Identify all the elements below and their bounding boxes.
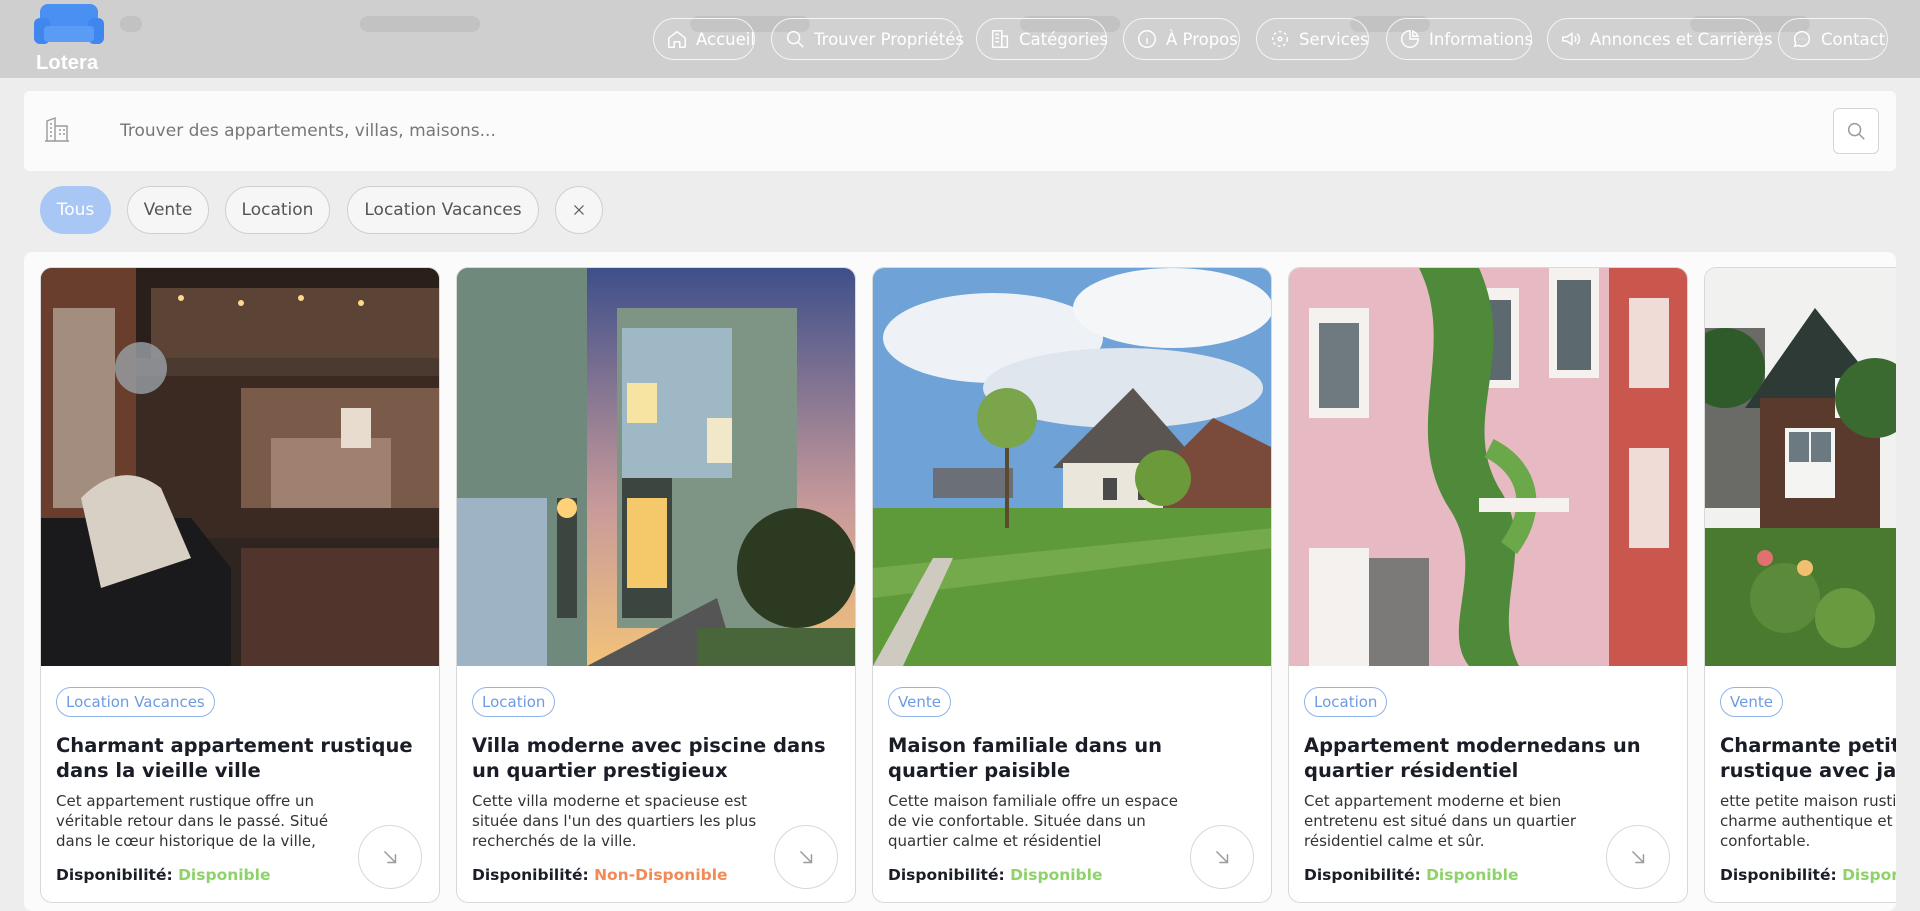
property-image <box>1705 268 1896 666</box>
search-bar <box>24 91 1896 171</box>
availability-label: Disponibilité: <box>56 866 173 884</box>
property-description: Cette maison familiale offre un espace d… <box>888 792 1178 850</box>
nav-label: Informations <box>1429 29 1534 49</box>
building-icon <box>45 116 69 142</box>
nav-informations[interactable]: Informations <box>1386 18 1534 60</box>
nav-a-propos[interactable]: À Propos <box>1123 18 1240 60</box>
megaphone-icon <box>1562 32 1581 46</box>
open-property-button[interactable] <box>1190 825 1254 889</box>
property-card[interactable]: Location Vacances Charmant appartement r… <box>40 267 440 903</box>
search-icon <box>786 30 804 48</box>
arrow-down-right-icon <box>383 850 397 864</box>
availability-label: Disponibilité: <box>1720 866 1837 884</box>
availability-status: Disponible <box>178 866 271 884</box>
property-listings: Location Vacances Charmant appartement r… <box>24 252 1896 911</box>
property-title: Maison familiale dans un quartier paisib… <box>888 734 1162 782</box>
nav-label: Catégories <box>1019 29 1108 49</box>
property-image <box>873 268 1271 666</box>
search-icon <box>1847 122 1865 140</box>
filter-chip-location-vacances[interactable]: Location Vacances <box>347 186 539 234</box>
availability: Disponibilité: Disponible <box>56 866 270 884</box>
property-description: Cet appartement rustique offre un vérita… <box>56 792 329 850</box>
filter-chip-vente[interactable]: Vente <box>127 186 209 234</box>
open-property-button[interactable] <box>1606 825 1670 889</box>
arrow-down-right-icon <box>1215 850 1229 864</box>
clear-filters-button[interactable] <box>555 186 603 234</box>
nav-label: À Propos <box>1166 29 1238 49</box>
main-nav: Accueil Trouver Propriétés Catégories À … <box>0 18 1920 60</box>
home-icon <box>668 30 686 48</box>
property-card[interactable]: Location Villa moderne avec piscine dans… <box>456 267 856 903</box>
property-image <box>1289 268 1687 666</box>
nav-label: Contact <box>1821 29 1886 49</box>
filter-chip-location[interactable]: Location <box>225 186 330 234</box>
close-icon <box>574 205 584 215</box>
category-badge: Location Vacances <box>56 687 215 717</box>
availability: Disponibilité: Non-Disponible <box>472 866 728 884</box>
property-description: ette petite maison rustique offre un cha… <box>1720 792 1896 850</box>
nav-accueil[interactable]: Accueil <box>653 18 755 60</box>
property-image <box>457 268 855 666</box>
availability-status: Disponible <box>1010 866 1103 884</box>
property-title: Charmant appartement rustique dans la vi… <box>56 734 413 782</box>
search-input[interactable] <box>94 111 1394 151</box>
building-icon <box>991 30 1009 48</box>
search-button[interactable] <box>1833 108 1879 154</box>
open-property-button[interactable] <box>774 825 838 889</box>
nav-services[interactable]: Services <box>1256 18 1369 60</box>
property-title: Villa moderne avec piscine dans un quart… <box>472 734 826 782</box>
nav-label: Annonces et Carrières <box>1590 29 1773 49</box>
arrow-down-right-icon <box>1631 850 1645 864</box>
arrow-down-right-icon <box>799 850 813 864</box>
services-icon <box>1271 30 1289 48</box>
property-card[interactable]: Location Appartement modernedans un quar… <box>1288 267 1688 903</box>
nav-categories[interactable]: Catégories <box>976 18 1108 60</box>
availability: Disponibilité: Disponible <box>1304 866 1518 884</box>
nav-contact[interactable]: Contact <box>1778 18 1888 60</box>
availability-status: Disponible <box>1426 866 1519 884</box>
open-property-button[interactable] <box>358 825 422 889</box>
property-title: Charmante petite maison rustique avec ja… <box>1720 734 1896 782</box>
top-header: Lotera Accueil Trouver Propriétés Catégo… <box>0 0 1920 78</box>
category-badge: Location <box>472 687 556 717</box>
availability-label: Disponibilité: <box>1304 866 1421 884</box>
filter-chip-tous[interactable]: Tous <box>40 186 111 234</box>
property-image <box>41 268 439 666</box>
availability: Disponibilité: Disponible <box>888 866 1102 884</box>
property-description: Cet appartement moderne et bien entreten… <box>1304 792 1577 850</box>
category-badge: Vente <box>1720 687 1783 717</box>
category-badge: Location <box>1304 687 1388 717</box>
availability-status: Disponible <box>1842 866 1896 884</box>
category-badge: Vente <box>888 687 951 717</box>
availability: Disponibilité: Disponible <box>1720 866 1896 884</box>
availability-label: Disponibilité: <box>472 866 589 884</box>
filter-chips: Tous Vente Location Location Vacances <box>0 186 1920 236</box>
info-icon <box>1138 30 1156 48</box>
property-title: Appartement modernedans un quartier rési… <box>1304 734 1641 782</box>
nav-label: Accueil <box>696 29 755 49</box>
chat-icon <box>1793 30 1811 48</box>
nav-label: Trouver Propriétés <box>814 29 964 49</box>
nav-annonces-carrieres[interactable]: Annonces et Carrières <box>1547 18 1773 60</box>
availability-status: Non-Disponible <box>594 866 728 884</box>
nav-label: Services <box>1299 29 1369 49</box>
pie-chart-icon <box>1401 30 1419 48</box>
nav-trouver-proprietes[interactable]: Trouver Propriétés <box>771 18 964 60</box>
property-description: Cette villa moderne et spacieuse est sit… <box>472 792 757 850</box>
property-card[interactable]: Vente Charmante petite maison rustique a… <box>1704 267 1896 903</box>
property-card[interactable]: Vente Maison familiale dans un quartier … <box>872 267 1272 903</box>
availability-label: Disponibilité: <box>888 866 1005 884</box>
